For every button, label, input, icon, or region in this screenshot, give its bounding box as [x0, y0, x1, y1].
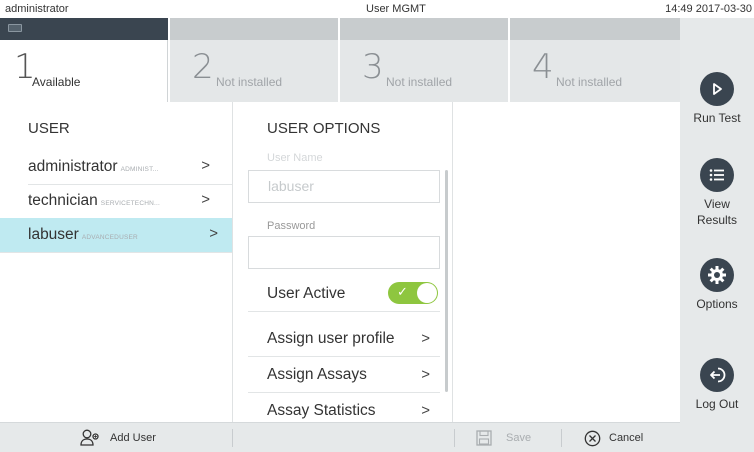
log-out-icon	[700, 358, 734, 392]
chevron-right-icon: >	[421, 402, 430, 419]
save-button[interactable]: Save	[476, 423, 531, 452]
check-icon: ✓	[397, 284, 408, 299]
username-field: labuser	[248, 170, 440, 203]
datetime: 14:49 2017-03-30	[665, 3, 752, 15]
assay-statistics-label: Assay Statistics	[267, 402, 376, 419]
run-test-button[interactable]: Run Test	[680, 72, 754, 126]
current-user: administrator	[5, 3, 69, 15]
user-row-technician[interactable]: technician SERVICETECHN... >	[28, 184, 232, 218]
assign-assays-label: Assign Assays	[267, 366, 367, 383]
username-label: User Name	[267, 152, 323, 164]
user-role: ADMINIST...	[120, 166, 159, 173]
user-options-heading: USER OPTIONS	[267, 120, 381, 137]
cancel-button[interactable]: Cancel	[584, 423, 643, 452]
user-role: ADVANCEDUSER	[81, 234, 138, 241]
chevron-right-icon: >	[201, 191, 210, 208]
add-user-button[interactable]: Add User	[80, 423, 156, 452]
list-icon	[700, 158, 734, 192]
run-test-label: Run Test	[693, 111, 741, 125]
save-icon	[476, 430, 492, 446]
user-role: SERVICETECHN...	[100, 200, 161, 207]
tab-number: 3	[362, 47, 384, 87]
password-label: Password	[267, 220, 316, 232]
tab-module-4[interactable]: 4 Not installed	[510, 18, 680, 102]
save-label: Save	[506, 432, 532, 444]
tab-label: Not installed	[386, 75, 453, 89]
module-status-icon	[8, 24, 22, 32]
status-bar: administrator User MGMT 14:49 2017-03-30	[0, 0, 754, 18]
options-label: Options	[696, 297, 738, 311]
chevron-right-icon: >	[421, 330, 430, 347]
sidebar: Run Test View Results Options Log Out	[680, 18, 754, 452]
assign-user-profile-label: Assign user profile	[267, 330, 395, 347]
tab-number: 2	[192, 47, 214, 87]
user-active-label: User Active	[267, 285, 346, 302]
gear-icon	[700, 258, 734, 292]
options-scrollbar[interactable]	[445, 170, 448, 392]
user-name: labuser	[28, 226, 79, 243]
user-list-heading: USER	[28, 120, 70, 137]
user-row-administrator[interactable]: administrator ADMINIST... >	[28, 150, 232, 184]
chevron-right-icon: >	[201, 157, 210, 174]
bottom-action-bar: Add User Save Cancel	[0, 422, 680, 452]
tab-module-1[interactable]: 1 Available	[0, 18, 168, 102]
user-active-row: User Active ✓	[248, 277, 440, 312]
cancel-label: Cancel	[609, 432, 644, 444]
assign-assays-row[interactable]: Assign Assays >	[248, 358, 440, 393]
view-results-button[interactable]: View Results	[680, 158, 754, 228]
assay-statistics-row[interactable]: Assay Statistics >	[248, 394, 440, 422]
user-list-panel: USER administrator ADMINIST... > technici…	[0, 102, 232, 422]
tab-label: Not installed	[216, 75, 283, 89]
add-user-icon	[80, 429, 99, 446]
user-row-labuser[interactable]: labuser ADVANCEDUSER >	[0, 218, 232, 252]
assign-user-profile-row[interactable]: Assign user profile >	[248, 322, 440, 357]
tab-label: Available	[32, 75, 81, 89]
chevron-right-icon: >	[421, 366, 430, 383]
module-tabs: 1 Available 2 Not installed 3 Not instal…	[0, 18, 680, 102]
add-user-label: Add User	[110, 432, 156, 444]
play-icon	[700, 72, 734, 106]
log-out-label: Log Out	[695, 397, 739, 411]
tab-label: Not installed	[556, 75, 623, 89]
log-out-button[interactable]: Log Out	[680, 358, 754, 412]
user-name: technician	[28, 192, 98, 209]
tab-number: 4	[532, 47, 554, 87]
tab-module-2[interactable]: 2 Not installed	[170, 18, 338, 102]
divider	[0, 252, 232, 253]
user-name: administrator	[28, 158, 118, 175]
tab-module-3[interactable]: 3 Not installed	[340, 18, 508, 102]
chevron-right-icon: >	[209, 225, 218, 242]
options-button[interactable]: Options	[680, 258, 754, 312]
user-options-panel: USER OPTIONS User Name labuser Password …	[232, 102, 453, 422]
user-active-toggle[interactable]: ✓	[388, 282, 438, 304]
view-results-label: View Results	[697, 197, 738, 227]
password-field[interactable]	[248, 236, 440, 269]
cancel-icon	[584, 430, 601, 446]
screen-title: User MGMT	[366, 3, 426, 15]
